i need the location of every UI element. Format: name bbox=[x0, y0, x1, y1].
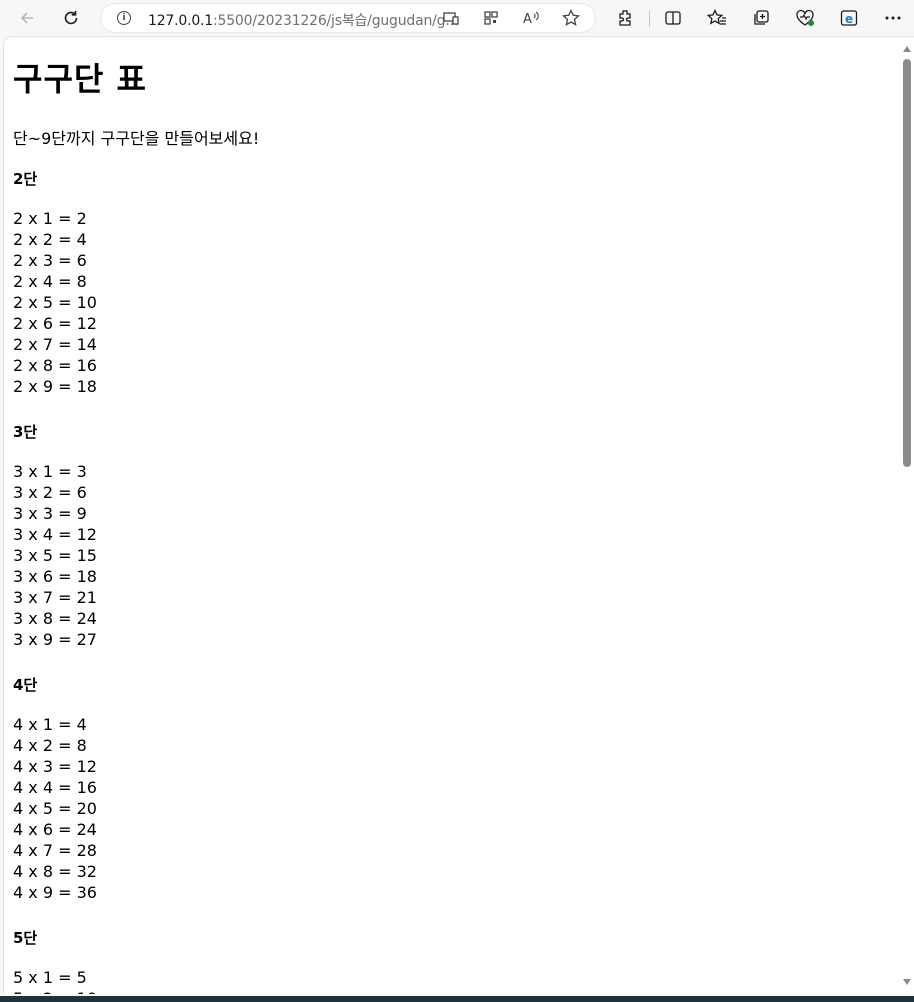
page-viewport: 구구단 표 단~9단까지 구구단을 만들어보세요! 2단 2 x 1 = 22 x… bbox=[4, 37, 914, 994]
multiplication-line: 4 x 1 = 4 bbox=[13, 715, 87, 734]
multiplication-line: 4 x 3 = 12 bbox=[13, 757, 97, 776]
multiplication-line: 3 x 9 = 27 bbox=[13, 630, 97, 649]
multiplication-line: 4 x 4 = 16 bbox=[13, 778, 97, 797]
multiplication-line: 2 x 7 = 14 bbox=[13, 335, 97, 354]
svg-text:e: e bbox=[845, 12, 853, 26]
dan-title: 3단 bbox=[13, 423, 38, 441]
multiplication-line: 3 x 3 = 9 bbox=[13, 504, 87, 523]
scroll-up-arrow-icon[interactable] bbox=[903, 46, 911, 52]
scroll-down-arrow-icon[interactable] bbox=[903, 979, 911, 985]
multiplication-line: 4 x 7 = 28 bbox=[13, 841, 97, 860]
multiplication-line: 3 x 5 = 15 bbox=[13, 546, 97, 565]
multiplication-line: 4 x 2 = 8 bbox=[13, 736, 87, 755]
multiplication-line: 5 x 1 = 5 bbox=[13, 968, 87, 987]
back-arrow-icon[interactable] bbox=[11, 2, 43, 34]
page-title: 구구단 표 bbox=[13, 60, 147, 98]
browser-toolbar: i 127.0.0.1:5500/20231226/js복습/gugudan/g… bbox=[0, 0, 914, 36]
vertical-scrollbar[interactable] bbox=[900, 37, 914, 994]
svg-text:A: A bbox=[523, 12, 532, 26]
multiplication-line: 2 x 5 = 10 bbox=[13, 293, 97, 312]
multiplication-line: 4 x 5 = 20 bbox=[13, 799, 97, 818]
multiplication-line: 3 x 8 = 24 bbox=[13, 609, 97, 628]
address-url[interactable]: 127.0.0.1:5500/20231226/js복습/gugudan/g..… bbox=[148, 10, 458, 30]
multiplication-line: 3 x 7 = 21 bbox=[13, 588, 97, 607]
browser-essentials-icon[interactable] bbox=[789, 2, 821, 34]
toolbar-separator bbox=[649, 10, 650, 27]
multiplication-line: 2 x 1 = 2 bbox=[13, 209, 87, 228]
more-menu-icon[interactable] bbox=[877, 2, 909, 34]
taskbar-strip bbox=[0, 994, 914, 1002]
multiplication-line: 2 x 9 = 18 bbox=[13, 377, 97, 396]
dan-lines: 3 x 1 = 3 3 x 2 = 6 3 x 3 = 9 3 x 4 = 12 3 x… bbox=[13, 461, 97, 650]
multiplication-line: 4 x 6 = 24 bbox=[13, 820, 97, 839]
multiplication-line: 3 x 1 = 3 bbox=[13, 462, 87, 481]
extensions-icon[interactable] bbox=[609, 2, 641, 34]
favorites-icon[interactable] bbox=[701, 2, 733, 34]
multiplication-line: 2 x 8 = 16 bbox=[13, 356, 97, 375]
dan-lines: 2 x 1 = 2 2 x 2 = 4 2 x 3 = 6 2 x 4 = 8 2 x … bbox=[13, 208, 97, 397]
multiplication-line: 2 x 2 = 4 bbox=[13, 230, 87, 249]
dan-title: 2단 bbox=[13, 170, 38, 188]
multiplication-line: 2 x 6 = 12 bbox=[13, 314, 97, 333]
browser-window: i 127.0.0.1:5500/20231226/js복습/gugudan/g… bbox=[0, 0, 914, 1002]
site-info-icon[interactable]: i bbox=[117, 11, 131, 25]
dan-lines: 4 x 1 = 4 4 x 2 = 8 4 x 3 = 12 4 x 4 = 16 4 … bbox=[13, 714, 97, 903]
multiplication-line: 3 x 4 = 12 bbox=[13, 525, 97, 544]
multiplication-line: 4 x 8 = 32 bbox=[13, 862, 97, 881]
multiplication-line: 3 x 6 = 18 bbox=[13, 567, 97, 586]
multiplication-line: 2 x 4 = 8 bbox=[13, 272, 87, 291]
multiplication-line: 4 x 9 = 36 bbox=[13, 883, 97, 902]
dan-lines: 5 x 1 = 55 x 2 = 10 bbox=[13, 967, 97, 994]
page-intro: 단~9단까지 구구단을 만들어보세요! bbox=[13, 129, 260, 148]
multiplication-line: 2 x 3 = 6 bbox=[13, 251, 87, 270]
split-screen-icon[interactable] bbox=[657, 2, 689, 34]
dan-title: 4단 bbox=[13, 676, 38, 694]
collections-icon[interactable] bbox=[745, 2, 777, 34]
ie-mode-icon[interactable]: e bbox=[833, 2, 865, 34]
address-bar[interactable]: i 127.0.0.1:5500/20231226/js복습/gugudan/g… bbox=[100, 3, 596, 33]
favorite-star-icon[interactable] bbox=[561, 8, 581, 28]
read-aloud-icon[interactable]: A bbox=[521, 8, 541, 28]
qr-code-icon[interactable] bbox=[481, 8, 501, 28]
refresh-icon[interactable] bbox=[55, 2, 87, 34]
dan-title: 5단 bbox=[13, 929, 38, 947]
app-available-icon[interactable] bbox=[441, 8, 461, 28]
scroll-thumb[interactable] bbox=[903, 59, 911, 467]
multiplication-line: 3 x 2 = 6 bbox=[13, 483, 87, 502]
